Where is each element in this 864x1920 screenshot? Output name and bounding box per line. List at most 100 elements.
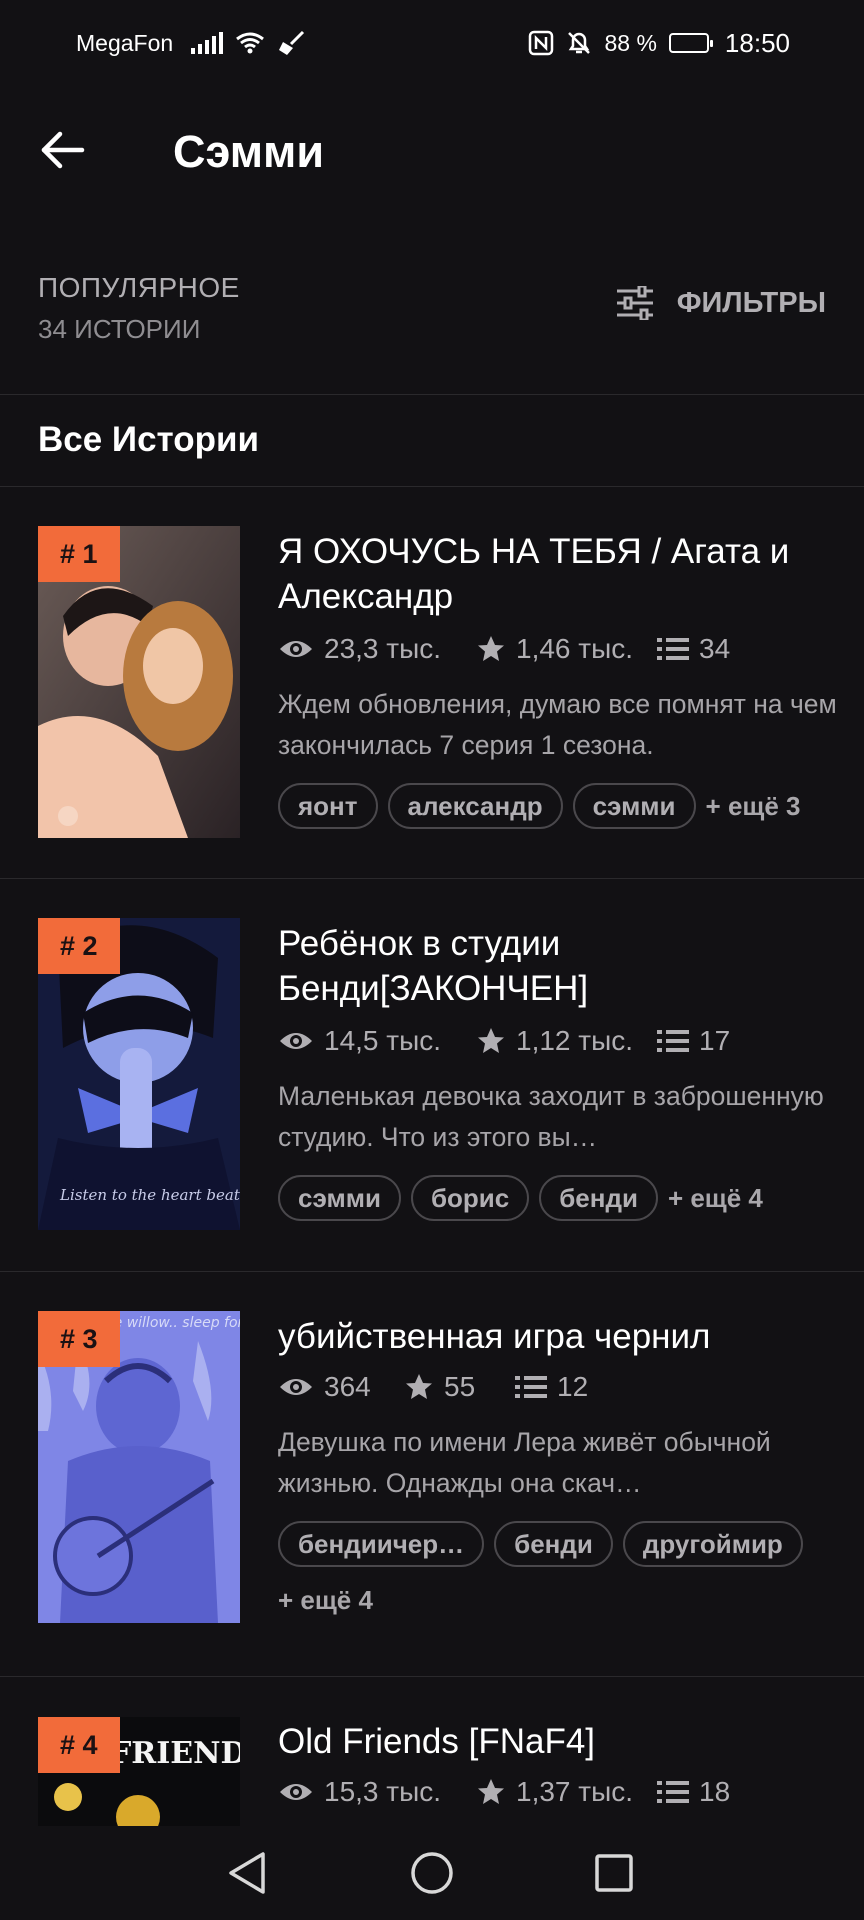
- story-stats: 14,5 тыс. 1,12 тыс. 17: [278, 1025, 730, 1057]
- filters-label: ФИЛЬТРЫ: [676, 286, 826, 319]
- sort-label[interactable]: ПОПУЛЯРНОЕ: [38, 272, 240, 304]
- story-cover[interactable]: me willow.. sleep for me.. # 3: [38, 1311, 240, 1623]
- reads-count: 14,5 тыс.: [324, 1025, 442, 1056]
- parts-stat: 17: [657, 1025, 730, 1057]
- reads-stat: 14,5 тыс.: [278, 1025, 476, 1057]
- tag-list: бендиичер… бенди другоймир + ещё 4: [278, 1521, 838, 1623]
- list-icon: [515, 1376, 547, 1398]
- story-item[interactable]: me willow.. sleep for me.. # 3 убийствен…: [0, 1272, 864, 1677]
- tag-chip[interactable]: яонт: [278, 783, 378, 829]
- story-cover[interactable]: FRIENDS # 4: [38, 1717, 240, 1826]
- parts-count: 34: [699, 633, 731, 664]
- status-right: 88 % 18:50: [528, 28, 790, 59]
- parts-stat: 12: [515, 1371, 588, 1403]
- reads-stat: 364: [278, 1371, 404, 1403]
- story-stats: 15,3 тыс. 1,37 тыс. 18: [278, 1776, 730, 1808]
- parts-stat: 18: [657, 1776, 730, 1808]
- story-description: Девушка по имени Лера живёт обычной жизн…: [278, 1427, 771, 1498]
- nav-back-button[interactable]: [207, 1826, 287, 1920]
- tag-chip[interactable]: другоймир: [622, 1521, 803, 1567]
- eye-icon: [280, 1379, 312, 1395]
- status-bar: MegaFon 88 % 18:50: [0, 0, 864, 86]
- carrier-name: MegaFon: [76, 29, 174, 56]
- rank-badge: # 2: [38, 918, 120, 974]
- tag-chip[interactable]: александр: [387, 783, 563, 829]
- back-button[interactable]: [40, 130, 90, 174]
- more-tags[interactable]: + ещё 4: [668, 1175, 763, 1221]
- votes-count: 1,37 тыс.: [516, 1776, 634, 1807]
- rank-badge: # 3: [38, 1311, 120, 1367]
- star-icon: [406, 1374, 432, 1399]
- votes-count: 55: [444, 1371, 476, 1402]
- broom-icon: [279, 30, 305, 55]
- section-title: Все Истории: [38, 420, 260, 459]
- story-cover[interactable]: # 1: [38, 526, 240, 838]
- tag-chip[interactable]: бенди: [539, 1175, 658, 1221]
- list-icon: [657, 1030, 689, 1052]
- tag-chip[interactable]: бендиичер…: [278, 1521, 485, 1567]
- story-item[interactable]: FRIENDS # 4 Old Friends [FNaF4] 15,3 тыс…: [0, 1677, 864, 1826]
- reads-count: 23,3 тыс.: [324, 633, 442, 664]
- nav-home-button[interactable]: [392, 1826, 472, 1920]
- rank-badge: # 1: [38, 526, 120, 582]
- parts-count: 18: [699, 1776, 731, 1807]
- clock: 18:50: [724, 27, 790, 58]
- filters-button[interactable]: ФИЛЬТРЫ: [615, 286, 826, 320]
- story-description: Ждем обновления, думаю все помнят на чем…: [278, 689, 837, 760]
- tag-list: яонт александр сэмми + ещё 3: [278, 783, 838, 829]
- parts-stat: 34: [657, 633, 730, 665]
- story-stats: 364 55 12: [278, 1371, 588, 1403]
- cover-caption: Listen to the heart beat: [59, 1186, 240, 1204]
- list-icon: [657, 1781, 689, 1803]
- tag-chip[interactable]: сэмми: [572, 783, 696, 829]
- story-count: 34 ИСТОРИИ: [38, 314, 201, 344]
- story-cover[interactable]: Listen to the heart beat # 2: [38, 918, 240, 1230]
- story-stats: 23,3 тыс. 1,46 тыс. 34: [278, 633, 730, 665]
- status-left: MegaFon: [76, 30, 305, 57]
- reads-count: 364: [324, 1371, 371, 1402]
- bell-off-icon: [568, 32, 591, 54]
- list-icon: [657, 638, 689, 660]
- reads-stat: 23,3 тыс.: [278, 633, 476, 665]
- app-bar: Сэмми: [0, 86, 864, 220]
- story-title[interactable]: Ребёнок в студии Бенди[ЗАКОНЧЕН]: [278, 921, 698, 1011]
- more-tags[interactable]: + ещё 3: [706, 783, 801, 829]
- story-description: Маленькая девочка заходит в заброшенную …: [278, 1081, 824, 1152]
- sliders-icon: [616, 286, 653, 320]
- nav-recents-button[interactable]: [574, 1826, 654, 1920]
- nfc-icon: [529, 30, 554, 56]
- cover-caption: FRIENDS: [110, 1736, 240, 1771]
- arrow-left-icon: [41, 131, 85, 169]
- circle-home-icon: [411, 1852, 453, 1894]
- story-item[interactable]: # 1 Я ОХОЧУСЬ НА ТЕБЯ / Агата и Александ…: [0, 487, 864, 879]
- parts-count: 17: [699, 1025, 731, 1056]
- sort-row: ПОПУЛЯРНОЕ 34 ИСТОРИИ ФИЛЬТРЫ: [0, 222, 864, 395]
- star-icon: [478, 1028, 504, 1053]
- square-recents-icon: [595, 1854, 633, 1892]
- battery-icon: [668, 33, 713, 53]
- tag-list: сэмми борис бенди + ещё 4: [278, 1175, 838, 1221]
- eye-icon: [280, 641, 312, 657]
- page-title: Сэмми: [173, 126, 324, 177]
- more-tags[interactable]: + ещё 4: [278, 1577, 373, 1623]
- battery-percent: 88 %: [604, 29, 657, 56]
- story-item[interactable]: Listen to the heart beat # 2 Ребёнок в с…: [0, 879, 864, 1272]
- story-title[interactable]: Old Friends [FNaF4]: [278, 1719, 834, 1764]
- wifi-icon: [236, 32, 265, 54]
- eye-icon: [280, 1784, 312, 1800]
- reads-count: 15,3 тыс.: [324, 1776, 442, 1807]
- votes-stat: 1,37 тыс.: [476, 1776, 657, 1808]
- votes-stat: 1,46 тыс.: [476, 633, 657, 665]
- reads-stat: 15,3 тыс.: [278, 1776, 476, 1808]
- tag-chip[interactable]: борис: [410, 1175, 530, 1221]
- votes-stat: 1,12 тыс.: [476, 1025, 657, 1057]
- system-nav-bar: [0, 1826, 864, 1920]
- tag-chip[interactable]: сэмми: [278, 1175, 401, 1221]
- tag-chip[interactable]: бенди: [494, 1521, 613, 1567]
- star-icon: [478, 1779, 504, 1804]
- signal-icon: [191, 32, 224, 54]
- eye-icon: [280, 1033, 312, 1049]
- story-title[interactable]: Я ОХОЧУСЬ НА ТЕБЯ / Агата и Александр: [278, 529, 834, 619]
- story-title[interactable]: убийственная игра чернил: [278, 1314, 834, 1359]
- cover-caption: me willow.. sleep for me..: [100, 1315, 240, 1331]
